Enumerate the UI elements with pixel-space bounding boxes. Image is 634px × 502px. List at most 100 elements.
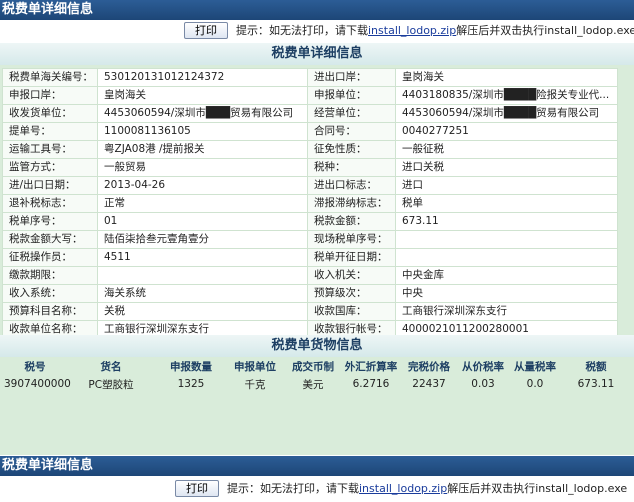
detail-row: 进/出口日期： 2013-04-26 进出口标志： 进口 xyxy=(2,176,618,195)
second-print-hint: 提示：如无法打印，请下载install_lodop.zip解压后并双击执行ins… xyxy=(227,480,627,497)
goods-cell: 美元 xyxy=(302,378,324,391)
field-value: 正常 xyxy=(97,194,308,213)
detail-row: 监管方式： 一般贸易 税种： 进口关税 xyxy=(2,158,618,177)
field-label: 税款金额大写： xyxy=(2,230,98,249)
print-hint: 提示：如无法打印，请下载install_lodop.zip解压后并双击执行ins… xyxy=(236,22,634,39)
field-value: 陆佰柒拾叁元壹角壹分 xyxy=(97,230,308,249)
window-title-bar: 税费单详细信息 xyxy=(0,0,634,20)
field-label: 收入系统： xyxy=(2,284,98,303)
field-value: 01 xyxy=(97,212,308,231)
field-label: 经营单位： xyxy=(307,104,396,123)
field-label: 进出口标志： xyxy=(307,176,396,195)
goods-cell: PC塑胶粒 xyxy=(88,378,134,391)
field-label: 申报单位： xyxy=(307,86,396,105)
field-value: 673.11 xyxy=(395,212,618,231)
field-value: 皇岗海关 xyxy=(395,68,618,87)
goods-section: 税费单货物信息 税号 货名 申报数量 申报单位 成交币制 外汇折算率 完税价格 从价税率 从量税… xyxy=(0,335,634,393)
print-toolbar: 打印 提示：如无法打印，请下载install_lodop.zip解压后并双击执行… xyxy=(0,20,634,42)
field-label: 预算科目名称： xyxy=(2,302,98,321)
goods-column-header: 税号 xyxy=(24,360,46,373)
field-value: 进口关税 xyxy=(395,158,618,177)
goods-section-title: 税费单货物信息 xyxy=(0,335,634,357)
goods-cell: 千克 xyxy=(244,378,266,391)
field-label: 滞报滞纳标志： xyxy=(307,194,396,213)
window-title: 税费单详细信息 xyxy=(2,2,94,17)
field-value: 中央金库 xyxy=(395,266,618,285)
second-print-button[interactable]: 打印 xyxy=(175,480,219,497)
second-print-toolbar: 打印 提示：如无法打印，请下载install_lodop.zip解压后并双击执行… xyxy=(0,476,634,502)
field-value: 税单 xyxy=(395,194,618,213)
detail-panel: 税费单详细信息 税费单海关编号： 530120131012124372 进出口岸：皇… xyxy=(0,43,634,455)
field-value: 皇岗海关 xyxy=(97,86,308,105)
goods-column-header: 税额 xyxy=(585,360,607,373)
field-label: 征免性质： xyxy=(307,140,396,159)
field-label: 监管方式： xyxy=(2,158,98,177)
field-value: 进口 xyxy=(395,176,618,195)
goods-column-header: 从量税率 xyxy=(514,360,556,373)
lodop-download-link[interactable]: install_lodop.zip xyxy=(368,24,456,37)
field-label: 提单号： xyxy=(2,122,98,141)
field-value: 一般贸易 xyxy=(97,158,308,177)
goods-cell: 673.11 xyxy=(577,378,615,390)
detail-row: 运输工具号： 粤ZJA08港 /提前报关 征免性质： 一般征税 xyxy=(2,140,618,159)
field-label: 税种： xyxy=(307,158,396,177)
goods-cell: 0.0 xyxy=(526,378,544,390)
field-label: 收发货单位： xyxy=(2,104,98,123)
second-lodop-download-link[interactable]: install_lodop.zip xyxy=(359,482,447,495)
detail-row: 预算科目名称： 关税 收款国库： 工商银行深圳深东支行 xyxy=(2,302,618,321)
print-button[interactable]: 打印 xyxy=(184,22,228,39)
field-label: 退补税标志： xyxy=(2,194,98,213)
field-label: 申报口岸： xyxy=(2,86,98,105)
detail-row: 税款金额大写： 陆佰柒拾叁元壹角壹分 现场税单序号： xyxy=(2,230,618,249)
detail-table: 税费单海关编号： 530120131012124372 进出口岸： 皇岗海关 申报口岸：… xyxy=(2,68,618,357)
field-label: 收入机关： xyxy=(307,266,396,285)
field-label: 运输工具号： xyxy=(2,140,98,159)
field-value: 中央 xyxy=(395,284,618,303)
hint-suffix: 解压后并双击执行install_lodop.exe xyxy=(456,24,634,37)
detail-row: 缴款期限： 收入机关： 中央金库 xyxy=(2,266,618,285)
second-hint-prefix: 提示：如无法打印，请下载 xyxy=(227,482,359,495)
field-label: 税单序号： xyxy=(2,212,98,231)
field-label: 预算级次： xyxy=(307,284,396,303)
detail-row: 申报口岸： 皇岗海关 申报单位： 4403180835/深圳市████险报关专业代..… xyxy=(2,86,618,105)
detail-row: 收入系统： 海关系统 预算级次： 中央 xyxy=(2,284,618,303)
goods-column-header: 外汇折算率 xyxy=(344,360,398,373)
detail-section-title: 税费单详细信息 xyxy=(0,43,634,65)
field-value: 一般征税 xyxy=(395,140,618,159)
field-label: 征税操作员： xyxy=(2,248,98,267)
detail-row: 退补税标志： 正常 滞报滞纳标志： 税单 xyxy=(2,194,618,213)
second-window-title: 税费单详细信息 xyxy=(2,458,94,473)
field-label: 收款国库： xyxy=(307,302,396,321)
goods-column-header: 申报数量 xyxy=(170,360,212,373)
goods-cell: 0.03 xyxy=(471,378,495,390)
field-value: 0040277251 xyxy=(395,122,618,141)
field-value: 530120131012124372 xyxy=(97,68,308,87)
field-value: 4453060594/深圳市███贸易有限公司 xyxy=(97,104,308,123)
field-label: 缴款期限： xyxy=(2,266,98,285)
field-label: 进出口岸： xyxy=(307,68,396,87)
goods-cell: 22437 xyxy=(412,378,446,390)
goods-row: 3907400000 PC塑胶粒 1325 千克 美元 6.2716 22437 0.03 0.… xyxy=(4,375,630,393)
goods-column-header: 完税价格 xyxy=(408,360,450,373)
second-hint-suffix: 解压后并双击执行install_lodop.exe xyxy=(447,482,628,495)
goods-column-header: 申报单位 xyxy=(234,360,276,373)
detail-row: 提单号： 1100081136105 合同号： 0040277251 xyxy=(2,122,618,141)
field-value: 4453060594/深圳市████贸易有限公司 xyxy=(395,104,618,123)
detail-row: 税费单海关编号： 530120131012124372 进出口岸： 皇岗海关 xyxy=(2,68,618,87)
goods-cell: 6.2716 xyxy=(352,378,390,390)
field-label: 税款金额： xyxy=(307,212,396,231)
field-value: 工商银行深圳深东支行 xyxy=(395,302,618,321)
field-value: 4403180835/深圳市████险报关专业代... xyxy=(395,86,618,105)
detail-row: 税单序号： 01 税款金额： 673.11 xyxy=(2,212,618,231)
field-value xyxy=(395,248,618,267)
detail-row: 征税操作员： 4511 税单开征日期： xyxy=(2,248,618,267)
goods-column-header: 成交币制 xyxy=(292,360,334,373)
field-value: 4511 xyxy=(97,248,308,267)
goods-column-header: 货名 xyxy=(100,360,122,373)
hint-prefix: 提示：如无法打印，请下载 xyxy=(236,24,368,37)
field-label: 进/出口日期： xyxy=(2,176,98,195)
field-label: 税单开征日期： xyxy=(307,248,396,267)
field-label: 税费单海关编号： xyxy=(2,68,98,87)
field-value: 关税 xyxy=(97,302,308,321)
field-value: 海关系统 xyxy=(97,284,308,303)
